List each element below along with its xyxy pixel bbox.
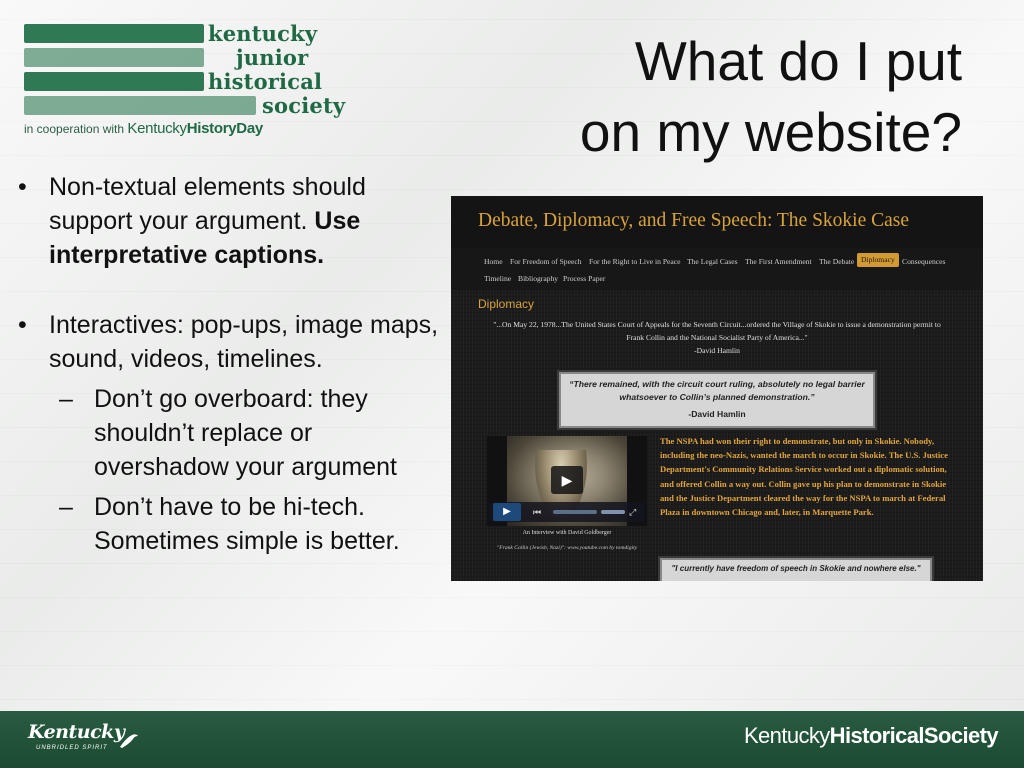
video-credit: "Frank Collin (Jewish, Nazi)": www.youtu… [496, 545, 638, 551]
site-nav: Home For Freedom of Speech For the Right t… [451, 248, 983, 290]
sub-bullet-item: – Don’t have to be hi-tech. Sometimes si… [16, 490, 452, 558]
partner-light: Kentucky [127, 120, 187, 137]
logo-word-society: society [262, 93, 346, 118]
logo-word-junior: junior [236, 45, 309, 70]
nav-item-diplomacy[interactable]: Diplomacy [857, 253, 899, 267]
nav-item-the-first-amendment[interactable]: The First Amendment [745, 255, 812, 269]
logo-word-kentucky: kentucky [208, 21, 318, 46]
pull-quote-attribution: -David Hamlin [688, 409, 746, 419]
logo-bar [24, 72, 204, 91]
video-progress-bar[interactable] [553, 510, 597, 514]
footer-right-bold: HistoricalSociety [829, 723, 999, 748]
pull-quote: “There remained, with the circuit court … [559, 372, 875, 428]
nav-item-for-the-right-to-live-in-peace[interactable]: For the Right to Live in Peace [589, 255, 681, 269]
nav-item-bibliography[interactable]: Bibliography [518, 272, 558, 286]
nav-item-the-legal-cases[interactable]: The Legal Cases [687, 255, 738, 269]
pull-quote-2: "I currently have freedom of speech in S… [660, 558, 932, 581]
nav-item-consequences[interactable]: Consequences [902, 255, 945, 269]
intro-quote-attribution: -David Hamlin [694, 346, 740, 355]
bullet-list: • Non-textual elements should support yo… [16, 170, 452, 558]
dash-glyph: – [59, 385, 73, 413]
sub-bullet-text: Don’t have to be hi-tech. Sometimes simp… [94, 493, 400, 555]
footer-bar: Kentucky UNBRIDLED SPIRIT KentuckyHistor… [0, 711, 1024, 768]
skip-icon[interactable]: ⏮ [533, 504, 541, 520]
cooperation-text: in cooperation with [24, 122, 125, 136]
kentucky-unbridled-spirit-logo: Kentucky UNBRIDLED SPIRIT [28, 721, 138, 751]
intro-quote: "...On May 22, 1978...The United States … [473, 318, 961, 357]
play-icon[interactable]: ▶ [551, 466, 583, 494]
video-player[interactable]: ▶ ▶ ⏮ ⤢ [487, 436, 647, 526]
nav-item-timeline[interactable]: Timeline [484, 272, 511, 286]
bullet-item: • Non-textual elements should support yo… [16, 170, 452, 272]
slide: kentucky junior historical society in co… [0, 0, 1024, 768]
bullet-item: • Interactives: pop-ups, image maps, sou… [16, 308, 452, 376]
nav-item-the-debate[interactable]: The Debate [819, 255, 854, 269]
video-caption: An Interview with David Goldberger [522, 530, 612, 536]
sub-bullet-item: – Don’t go overboard: they shouldn’t rep… [16, 382, 452, 484]
intro-quote-line: Frank Collin and the National Socialist … [626, 333, 808, 342]
logo-cooperation: in cooperation with KentuckyHistoryDay [24, 120, 263, 137]
nav-item-process-paper[interactable]: Process Paper [563, 272, 605, 286]
bullet-glyph: • [18, 173, 27, 201]
volume-slider[interactable] [601, 510, 625, 514]
title-line-2: on my website? [579, 101, 962, 163]
site-title: Debate, Diplomacy, and Free Speech: The … [478, 210, 910, 231]
footer-tagline: UNBRIDLED SPIRIT [36, 745, 108, 751]
nav-item-for-freedom-of-speech[interactable]: For Freedom of Speech [510, 255, 582, 269]
dash-glyph: – [59, 493, 73, 521]
footer-brand: Kentucky [28, 721, 125, 743]
pull-quote-text: “There remained, with the circuit court … [569, 379, 865, 402]
logo-bar [24, 96, 256, 115]
footer-right-light: Kentucky [743, 723, 830, 748]
bullet-glyph: • [18, 311, 27, 339]
video-controls: ▶ ⏮ ⤢ [489, 502, 645, 522]
kentucky-history-day: KentuckyHistoryDay [127, 120, 263, 137]
logo-bar [24, 48, 204, 67]
kjhs-logo: kentucky junior historical society in co… [24, 22, 364, 142]
slide-title: What do I put on my website? [482, 26, 962, 168]
play-button[interactable]: ▶ [493, 503, 521, 521]
title-line-1: What do I put [634, 30, 962, 92]
bullet-text: Interactives: pop-ups, image maps, sound… [49, 311, 439, 373]
logo-bar [24, 24, 204, 43]
kentucky-historical-society-logo: KentuckyHistoricalSociety [743, 723, 999, 749]
story-text: The NSPA had won their right to demonstr… [660, 436, 948, 518]
logo-word-historical: historical [208, 69, 323, 94]
website-screenshot: Debate, Diplomacy, and Free Speech: The … [451, 196, 983, 581]
nav-item-home[interactable]: Home [484, 255, 503, 269]
partner-bold: HistoryDay [186, 120, 264, 137]
sub-bullet-text: Don’t go overboard: they shouldn’t repla… [94, 385, 397, 481]
fullscreen-icon[interactable]: ⤢ [629, 504, 636, 520]
page-heading: Diplomacy [478, 297, 535, 311]
horse-icon [120, 734, 138, 748]
intro-quote-line: "...On May 22, 1978...The United States … [493, 320, 941, 329]
site-header: Debate, Diplomacy, and Free Speech: The … [451, 196, 983, 248]
